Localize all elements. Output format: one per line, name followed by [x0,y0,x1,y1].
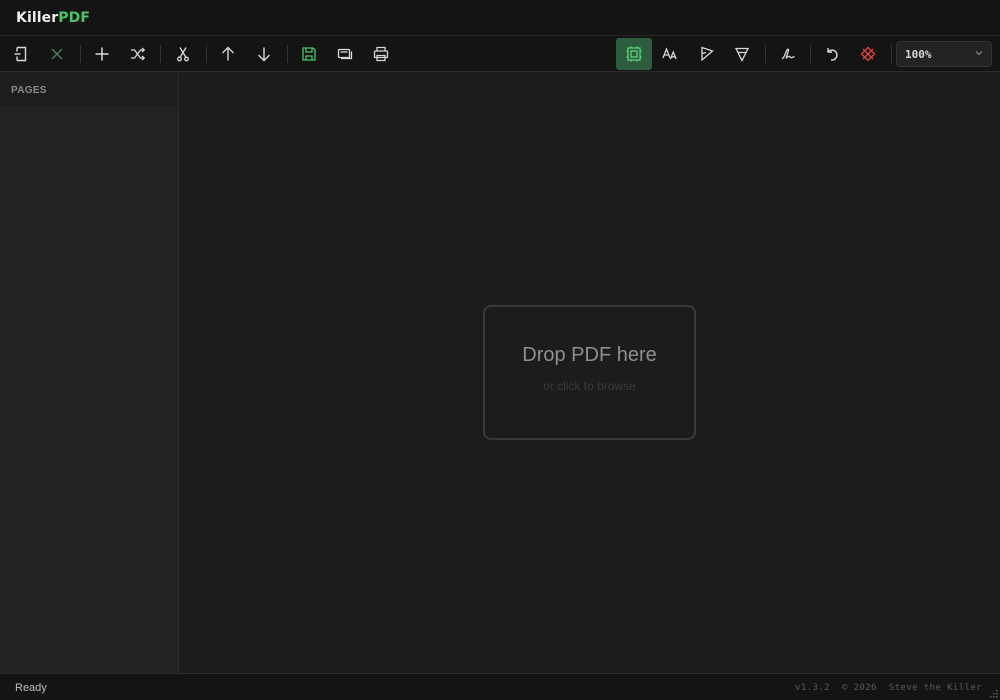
sidebar-heading: PAGES [0,73,178,108]
open-file-icon [14,46,27,62]
zoom-select[interactable]: 100% [896,41,992,67]
close-icon [51,48,63,60]
toolbar-divider [160,45,161,63]
floppy-disk-icon [302,47,316,61]
highlighter-icon [701,46,714,62]
marker-tool-button[interactable] [725,38,759,70]
scissors-icon [177,47,189,62]
toolbar-divider [810,45,811,63]
text-tool-button[interactable] [653,38,687,70]
clear-annotations-icon [860,46,876,62]
print-button[interactable] [364,38,398,70]
toolbar: 100% [0,36,1000,72]
logo-text-pdf: PDF [58,9,90,26]
sign-tool-button[interactable] [771,38,805,70]
toolbar-divider [891,45,892,63]
version-label: v1.3.2 [795,683,830,693]
plus-icon [95,47,109,61]
cut-button[interactable] [166,38,200,70]
drop-zone-title: Drop PDF here [522,344,657,366]
ocr-select-tool-button[interactable] [616,38,652,70]
undo-icon [827,48,838,61]
ocr-select-icon [626,46,642,62]
author-label: Steve the Killer [888,683,982,693]
document-canvas: Drop PDF here or click to browse [180,73,1000,673]
title-bar: KillerPDF [0,0,1000,36]
marker-icon [734,47,750,62]
drop-zone-subtitle: or click to browse [543,379,636,393]
shuffle-button[interactable] [121,38,155,70]
toolbar-divider [80,45,81,63]
arrow-up-icon [222,46,234,61]
credits: v1.3.2 © 2026 Steve the Killer [795,683,982,693]
status-bar: Ready v1.3.2 © 2026 Steve the Killer [0,673,1000,700]
shuffle-icon [131,47,146,61]
signature-icon [781,48,795,60]
toolbar-divider [287,45,288,63]
close-button[interactable] [40,38,74,70]
toolbar-divider [765,45,766,63]
logo-text-killer: Killer [16,9,59,26]
open-button[interactable] [4,38,38,70]
app-logo: KillerPDF [16,10,90,26]
status-text: Ready [15,682,47,694]
pages-sidebar: PAGES [0,73,179,673]
move-down-button[interactable] [247,38,281,70]
pdf-drop-zone[interactable]: Drop PDF here or click to browse [483,305,696,440]
save-as-button[interactable] [328,38,362,70]
app-window: KillerPDF 100% PAGES Drop PDF here or cl… [0,0,1000,700]
arrow-down-icon [258,47,270,62]
move-up-button[interactable] [211,38,245,70]
clear-annotations-button[interactable] [851,38,885,70]
highlight-tool-button[interactable] [689,38,723,70]
chevron-down-icon [975,51,983,56]
toolbar-divider [206,45,207,63]
zoom-value: 100% [905,47,932,61]
resize-grip-icon[interactable] [988,688,998,698]
text-size-icon [662,47,677,60]
undo-button[interactable] [815,38,849,70]
copyright-label: © 2026 [841,683,877,693]
add-page-button[interactable] [85,38,119,70]
copy-icon [337,48,353,60]
printer-icon [373,46,389,62]
save-button[interactable] [292,38,326,70]
